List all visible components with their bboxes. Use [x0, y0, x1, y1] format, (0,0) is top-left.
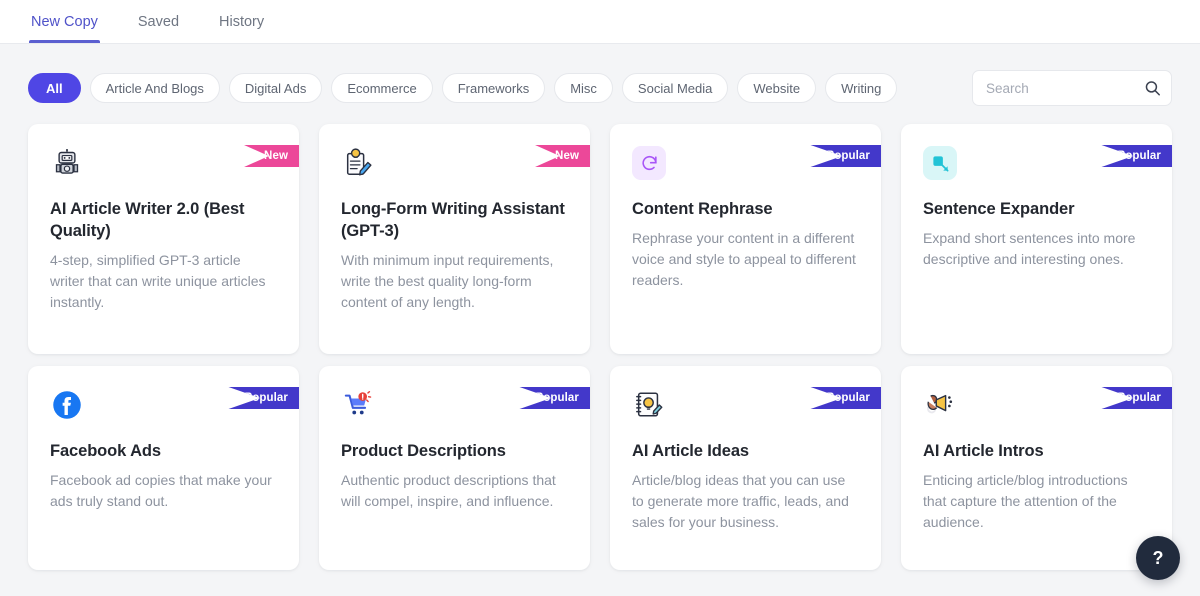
refresh-rotate-icon: [632, 146, 666, 180]
card-title: AI Article Writer 2.0 (Best Quality): [50, 198, 277, 242]
status-badge: Popular: [519, 387, 590, 409]
tab-label: Saved: [138, 14, 179, 30]
facebook-icon: [50, 388, 84, 422]
template-card[interactable]: Popular Facebook Ads Facebook ad copies th…: [28, 366, 299, 570]
status-badge: New: [535, 145, 590, 167]
filter-chip-all[interactable]: All: [28, 73, 81, 103]
template-card[interactable]: Popular AI Article Ideas Article/blog idea…: [610, 366, 881, 570]
template-card[interactable]: Popular Sentence Expander Expand short sen…: [901, 124, 1172, 354]
card-title: Sentence Expander: [923, 198, 1150, 220]
template-card[interactable]: Popular Product Descriptions Authentic pro…: [319, 366, 590, 570]
filter-chip-label: Writing: [841, 81, 881, 96]
card-title: AI Article Ideas: [632, 440, 859, 462]
filter-chip-label: All: [46, 81, 63, 96]
template-card-grid-row-1: New AI Article Writer 2.0 (Best Quality) 4…: [0, 112, 1200, 354]
template-card[interactable]: New AI Article Writer 2.0 (Best Quality) 4…: [28, 124, 299, 354]
card-description: Rephrase your content in a different voi…: [632, 228, 859, 290]
robot-icon: [50, 146, 84, 180]
card-title: AI Article Intros: [923, 440, 1150, 462]
card-description: Facebook ad copies that make your ads tr…: [50, 470, 277, 511]
card-title: Product Descriptions: [341, 440, 568, 462]
tab-saved[interactable]: Saved: [136, 0, 181, 43]
expand-arrow-icon: [923, 146, 957, 180]
status-badge: Popular: [228, 387, 299, 409]
filter-chip-label: Misc: [570, 81, 597, 96]
card-description: Expand short sentences into more descrip…: [923, 228, 1150, 269]
tab-label: New Copy: [31, 14, 98, 30]
status-badge: Popular: [1101, 387, 1172, 409]
category-chip-list: All Article And Blogs Digital Ads Ecommerce…: [28, 73, 958, 103]
template-card-grid-row-2: Popular Facebook Ads Facebook ad copies th…: [0, 354, 1200, 570]
card-title: Long-Form Writing Assistant (GPT-3): [341, 198, 568, 242]
filter-chip-label: Digital Ads: [245, 81, 306, 96]
status-badge: New: [244, 145, 299, 167]
notebook-idea-icon: [632, 388, 666, 422]
filter-chip-ecommerce[interactable]: Ecommerce: [331, 73, 432, 103]
top-tab-bar: New Copy Saved History: [0, 0, 1200, 44]
tab-history[interactable]: History: [217, 0, 266, 43]
template-card[interactable]: New Long-Form Writing Assistant (GPT-3) Wi…: [319, 124, 590, 354]
shopping-cart-icon: [341, 388, 375, 422]
filter-chip-social-media[interactable]: Social Media: [622, 73, 728, 103]
filter-chip-label: Social Media: [638, 81, 712, 96]
tab-new-copy[interactable]: New Copy: [29, 0, 100, 43]
filter-chip-article-and-blogs[interactable]: Article And Blogs: [90, 73, 220, 103]
search-box: [972, 70, 1172, 106]
filter-chip-writing[interactable]: Writing: [825, 73, 897, 103]
status-badge: Popular: [1101, 145, 1172, 167]
question-mark-icon: ?: [1153, 548, 1164, 569]
filter-chip-digital-ads[interactable]: Digital Ads: [229, 73, 322, 103]
filter-chip-label: Article And Blogs: [106, 81, 204, 96]
card-description: Enticing article/blog introductions that…: [923, 470, 1150, 532]
filter-chip-label: Website: [753, 81, 800, 96]
card-title: Content Rephrase: [632, 198, 859, 220]
tab-label: History: [219, 14, 264, 30]
status-badge: Popular: [810, 387, 881, 409]
card-description: With minimum input requirements, write t…: [341, 250, 568, 312]
filter-chip-label: Frameworks: [458, 81, 530, 96]
status-badge: Popular: [810, 145, 881, 167]
card-description: Authentic product descriptions that will…: [341, 470, 568, 511]
search-input[interactable]: [972, 70, 1172, 106]
notepad-pencil-idea-icon: [341, 146, 375, 180]
card-description: Article/blog ideas that you can use to g…: [632, 470, 859, 532]
megaphone-icon: [923, 388, 957, 422]
filter-chip-label: Ecommerce: [347, 81, 416, 96]
filter-chip-misc[interactable]: Misc: [554, 73, 613, 103]
help-button[interactable]: ?: [1136, 536, 1180, 580]
card-description: 4-step, simplified GPT-3 article writer …: [50, 250, 277, 312]
filter-chip-website[interactable]: Website: [737, 73, 816, 103]
card-title: Facebook Ads: [50, 440, 277, 462]
filter-bar: All Article And Blogs Digital Ads Ecommerce…: [0, 44, 1200, 112]
template-card[interactable]: Popular Content Rephrase Rephrase your con…: [610, 124, 881, 354]
template-card[interactable]: Popular AI Article Intros Enticing article…: [901, 366, 1172, 570]
filter-chip-frameworks[interactable]: Frameworks: [442, 73, 546, 103]
